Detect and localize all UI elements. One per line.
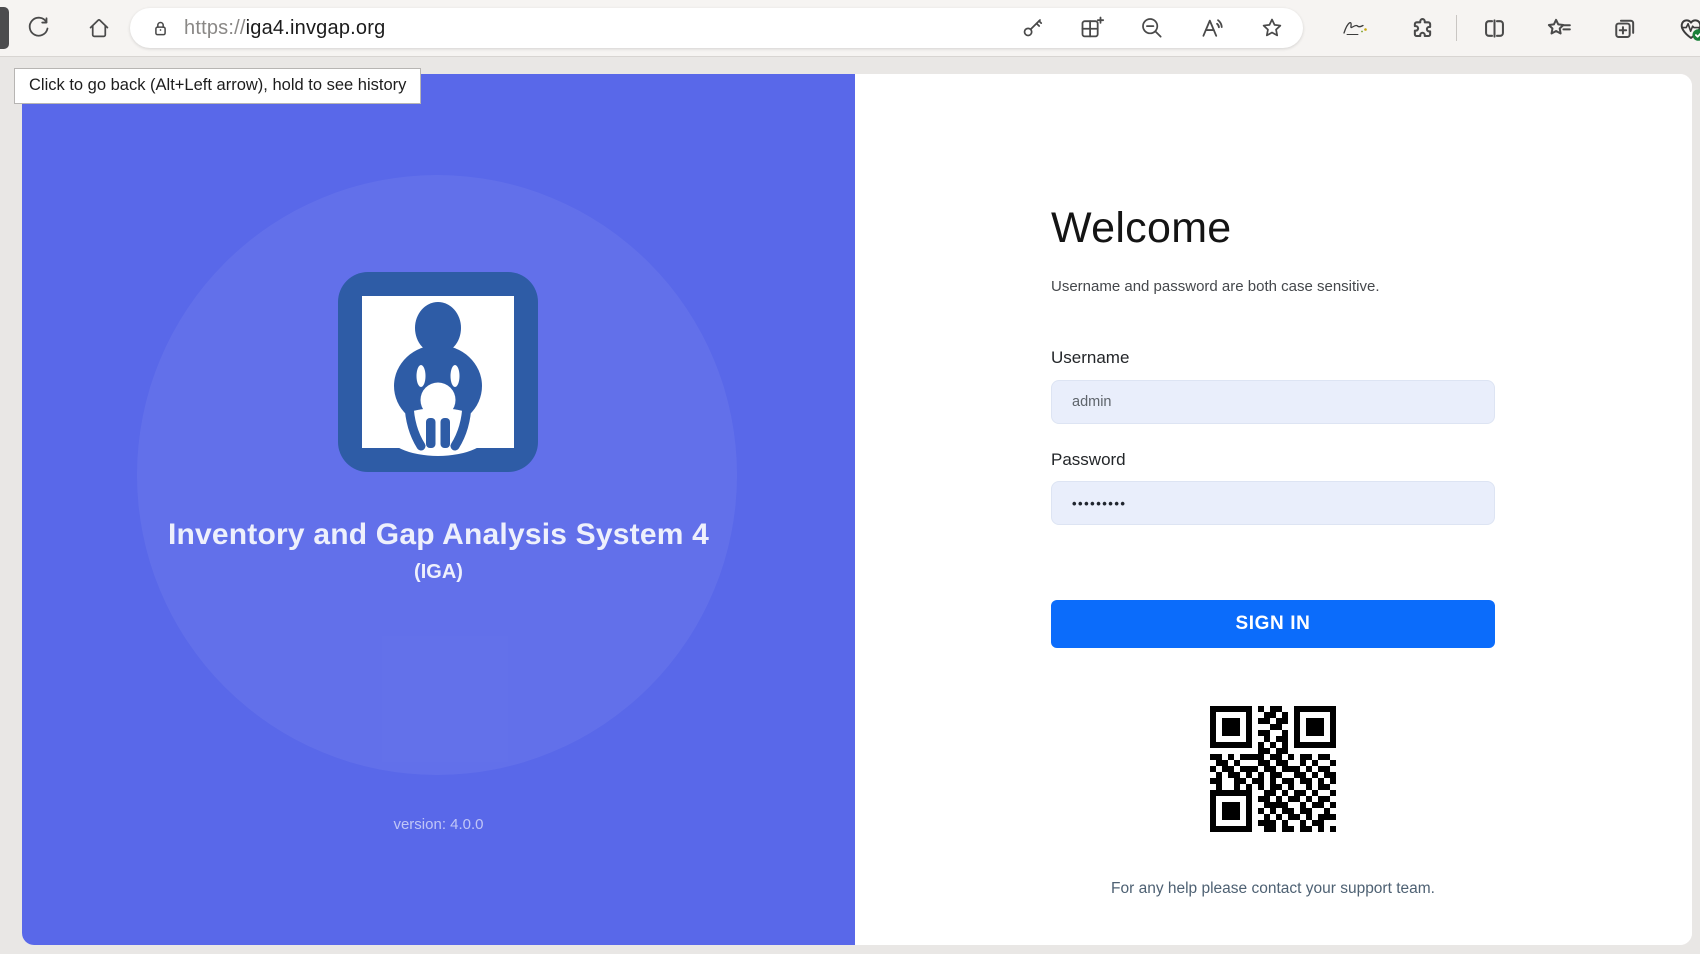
signature-extension-icon <box>1340 16 1374 40</box>
extensions-button[interactable] <box>1403 9 1441 47</box>
welcome-heading: Welcome <box>1051 204 1232 253</box>
window-edge-fragment <box>0 7 9 49</box>
home-icon <box>86 15 112 41</box>
reload-button[interactable] <box>19 9 57 47</box>
favorites-star-list-icon <box>1545 14 1573 42</box>
collections-icon <box>1611 14 1639 42</box>
background-circle <box>137 175 737 775</box>
split-screen-button[interactable] <box>1475 9 1513 47</box>
puzzle-icon <box>1409 15 1436 42</box>
toolbar-divider <box>1456 15 1457 41</box>
read-aloud-button[interactable] <box>1198 15 1225 42</box>
extension-shortcut-button[interactable] <box>1338 9 1376 47</box>
brand-panel: Inventory and Gap Analysis System 4 (IGA… <box>22 74 855 945</box>
site-security-lock-icon[interactable] <box>149 17 172 40</box>
login-panel: Welcome Username and password are both c… <box>855 74 1692 945</box>
help-text: For any help please contact your support… <box>1051 880 1495 898</box>
browser-essentials-button[interactable] <box>1672 9 1700 47</box>
login-page: Inventory and Gap Analysis System 4 (IGA… <box>22 74 1692 945</box>
adult-child-logo-icon <box>338 272 538 472</box>
password-label: Password <box>1051 450 1126 470</box>
home-button[interactable] <box>80 9 118 47</box>
version-label: version: 4.0.0 <box>22 816 855 833</box>
collections-button[interactable] <box>1606 9 1644 47</box>
app-logo <box>338 272 538 472</box>
password-manager-button[interactable] <box>1018 15 1045 42</box>
username-label: Username <box>1051 348 1129 368</box>
zoom-out-button[interactable] <box>1138 15 1165 42</box>
url-scheme: https:// <box>184 17 246 39</box>
back-button-tooltip: Click to go back (Alt+Left arrow), hold … <box>14 68 421 104</box>
grid-add-icon <box>1078 15 1105 42</box>
url-host: iga4.invgap.org <box>246 17 386 39</box>
web-capture-button[interactable] <box>1078 15 1105 42</box>
app-title: Inventory and Gap Analysis System 4 <box>22 518 855 552</box>
star-icon <box>1259 15 1285 41</box>
add-favorite-button[interactable] <box>1258 15 1285 42</box>
case-sensitive-note: Username and password are both case sens… <box>1051 278 1380 295</box>
favorites-button[interactable] <box>1540 9 1578 47</box>
address-bar[interactable]: https://iga4.invgap.org <box>130 8 1303 48</box>
key-icon <box>1019 15 1045 41</box>
browser-toolbar: https://iga4.invgap.org <box>0 0 1700 57</box>
sign-in-button[interactable]: SIGN IN <box>1051 600 1495 648</box>
qr-code <box>1208 704 1338 834</box>
split-screen-icon <box>1481 15 1508 42</box>
zoom-out-icon <box>1139 15 1165 41</box>
username-input[interactable] <box>1051 380 1495 424</box>
read-aloud-icon <box>1198 15 1225 42</box>
app-abbreviation: (IGA) <box>22 561 855 584</box>
reload-icon <box>25 15 52 42</box>
password-input[interactable] <box>1051 481 1495 525</box>
url-text[interactable]: https://iga4.invgap.org <box>184 17 385 40</box>
browser-essentials-heart-icon <box>1676 13 1700 43</box>
